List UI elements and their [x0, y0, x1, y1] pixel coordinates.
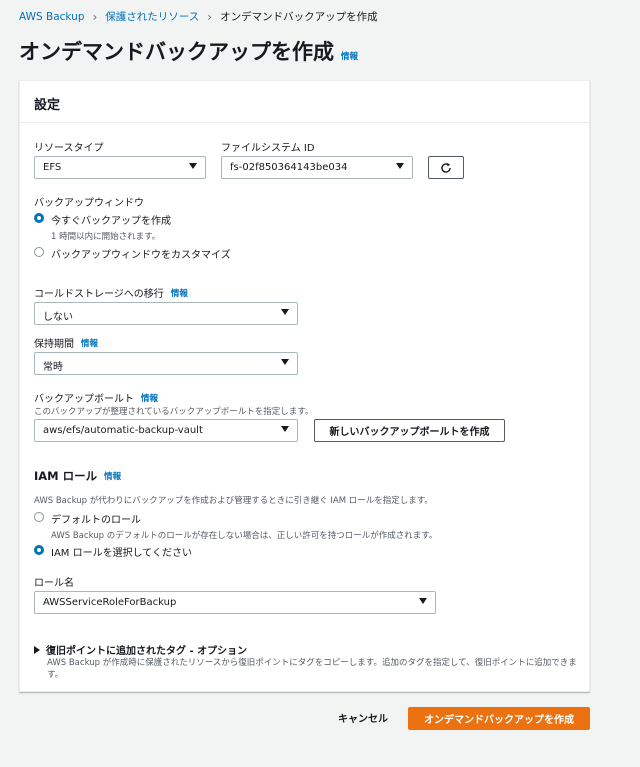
resource-type-select[interactable]: EFS: [34, 156, 206, 179]
page-title-row: オンデマンドバックアップを作成 情報: [19, 36, 358, 66]
file-system-id-label-text: ファイルシステム ID: [221, 143, 315, 154]
caret-down-icon: [281, 359, 289, 365]
vault-select[interactable]: aws/efs/automatic-backup-vault: [34, 419, 298, 442]
role-name-label: ロール名: [34, 574, 74, 589]
default-role-label: デフォルトのロール: [51, 515, 141, 526]
iam-info-link[interactable]: 情報: [104, 470, 121, 482]
cold-storage-select[interactable]: しない: [34, 302, 298, 325]
vault-label-text: バックアップボールト: [34, 394, 134, 405]
customize-window-label: バックアップウィンドウをカスタマイズ: [51, 250, 231, 261]
radio-unchecked[interactable]: [34, 512, 44, 522]
retention-label-text: 保持期間: [34, 339, 74, 350]
iam-role-title-row: IAM ロール 情報: [34, 468, 121, 484]
breadcrumb-current: オンデマンドバックアップを作成: [220, 11, 378, 23]
tags-title: 復旧ポイントに追加されたタグ - オプション: [46, 646, 248, 657]
file-system-id-value: fs-02f850364143be034: [230, 162, 348, 173]
cold-storage-label-text: コールドストレージへの移行: [34, 289, 164, 300]
caret-down-icon: [396, 163, 404, 169]
iam-desc: AWS Backup が代わりにバックアップを作成および管理するときに引き継ぐ …: [34, 496, 433, 506]
breadcrumb-aws-backup[interactable]: AWS Backup: [19, 11, 84, 23]
retention-label: 保持期間 情報: [34, 335, 98, 351]
choose-role-label: IAM ロールを選択してください: [51, 548, 192, 559]
backup-now-label: 今すぐバックアップを作成: [51, 216, 171, 227]
default-role-desc: AWS Backup のデフォルトのロールが存在しない場合は、正しい許可を持つロ…: [51, 531, 438, 541]
settings-header: 設定: [20, 81, 589, 123]
tags-expander[interactable]: 復旧ポイントに追加されたタグ - オプション: [34, 642, 247, 657]
radio-unchecked[interactable]: [34, 247, 44, 257]
resource-type-value: EFS: [43, 162, 62, 173]
resource-type-label-text: リソースタイプ: [34, 143, 104, 154]
chevron-right-icon: ›: [92, 9, 98, 24]
file-system-id-select[interactable]: fs-02f850364143be034: [221, 156, 413, 179]
cold-storage-info-link[interactable]: 情報: [171, 287, 188, 299]
choose-role-option[interactable]: IAM ロールを選択してください: [34, 544, 192, 559]
cold-storage-label: コールドストレージへの移行 情報: [34, 285, 188, 301]
role-name-value: AWSServiceRoleForBackup: [43, 597, 177, 608]
caret-down-icon: [281, 309, 289, 315]
cold-storage-value: しない: [43, 312, 73, 323]
retention-select[interactable]: 常時: [34, 352, 298, 375]
backup-now-desc: 1 時間以内に開始されます。: [51, 232, 161, 242]
backup-now-option[interactable]: 今すぐバックアップを作成 1 時間以内に開始されます。: [34, 212, 171, 242]
settings-panel: 設定 リソースタイプ EFS ファイルシステム ID fs-02f8503641…: [19, 80, 590, 692]
page-info-link[interactable]: 情報: [341, 50, 358, 62]
chevron-right-icon: ›: [207, 9, 213, 24]
breadcrumb-protected-resources[interactable]: 保護されたリソース: [105, 9, 199, 24]
role-name-label-text: ロール名: [34, 578, 74, 589]
vault-label: バックアップボールト 情報: [34, 390, 158, 406]
resource-type-label: リソースタイプ: [34, 139, 104, 154]
create-vault-button[interactable]: 新しいバックアップボールトを作成: [314, 419, 505, 442]
vault-value: aws/efs/automatic-backup-vault: [43, 425, 203, 436]
file-system-id-label: ファイルシステム ID: [221, 139, 315, 154]
refresh-icon: [441, 162, 451, 173]
iam-role-title: IAM ロール: [34, 469, 98, 483]
role-name-select[interactable]: AWSServiceRoleForBackup: [34, 591, 436, 614]
retention-value: 常時: [43, 362, 63, 373]
retention-info-link[interactable]: 情報: [81, 337, 98, 349]
caret-down-icon: [281, 426, 289, 432]
customize-window-option[interactable]: バックアップウィンドウをカスタマイズ: [34, 246, 231, 261]
vault-info-link[interactable]: 情報: [141, 392, 158, 404]
radio-checked[interactable]: [34, 545, 44, 555]
vault-desc: このバックアップが整理されているバックアップボールトを指定します。: [34, 407, 314, 417]
create-backup-button[interactable]: オンデマンドバックアップを作成: [408, 707, 590, 730]
default-role-option[interactable]: デフォルトのロール AWS Backup のデフォルトのロールが存在しない場合は…: [34, 511, 437, 541]
refresh-button[interactable]: [428, 156, 464, 179]
cancel-button[interactable]: キャンセル: [338, 710, 388, 725]
caret-down-icon: [189, 163, 197, 169]
backup-window-label-text: バックアップウィンドウ: [34, 198, 144, 209]
radio-checked[interactable]: [34, 213, 44, 223]
caret-right-icon: [34, 645, 40, 654]
breadcrumb: AWS Backup › 保護されたリソース › オンデマンドバックアップを作成: [19, 9, 378, 24]
backup-window-label: バックアップウィンドウ: [34, 194, 144, 209]
page-title: オンデマンドバックアップを作成: [19, 40, 334, 64]
tags-desc: AWS Backup が作成時に保護されたリソースから復旧ポイントにタグをコピー…: [47, 658, 577, 680]
caret-down-icon: [419, 598, 427, 604]
